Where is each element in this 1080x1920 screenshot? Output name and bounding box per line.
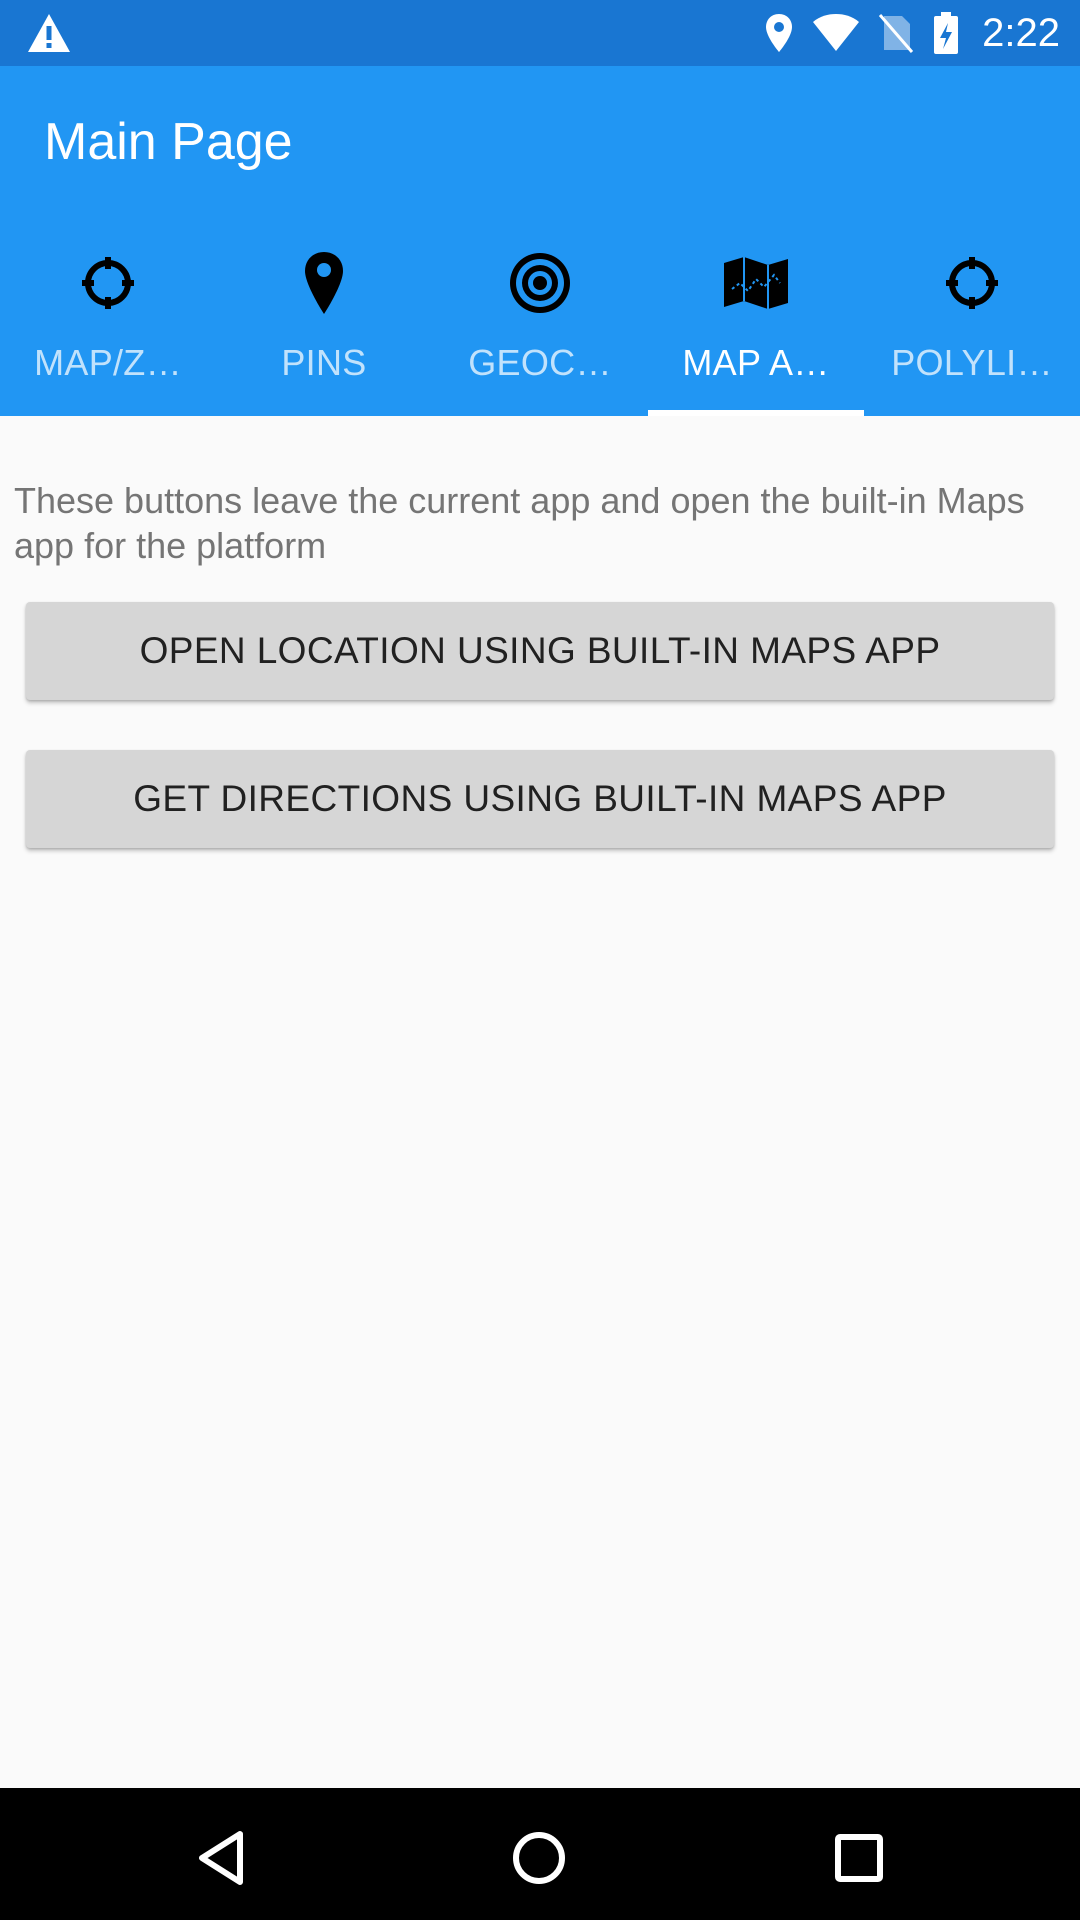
crosshair-icon <box>82 257 134 309</box>
tab-bar: MAP/Z… PINS GEOC… MAP A… POLYLI… <box>0 232 1080 416</box>
no-sim-icon <box>879 14 914 53</box>
tab-label: GEOC… <box>468 342 612 383</box>
warning-icon <box>28 14 70 52</box>
recents-button[interactable] <box>809 1808 909 1908</box>
open-location-button[interactable]: OPEN LOCATION USING BUILT-IN MAPS APP <box>26 602 1054 700</box>
tab-label: MAP/Z… <box>34 342 182 383</box>
get-directions-button[interactable]: GET DIRECTIONS USING BUILT-IN MAPS APP <box>26 750 1054 848</box>
tab-polylines[interactable]: POLYLI… <box>864 232 1080 416</box>
tab-pins[interactable]: PINS <box>216 232 432 416</box>
wifi-icon <box>813 14 860 51</box>
tab-map-zoom[interactable]: MAP/Z… <box>0 232 216 416</box>
tab-map-app[interactable]: MAP A… <box>648 232 864 416</box>
back-icon <box>199 1831 243 1885</box>
recents-icon <box>835 1834 883 1882</box>
active-tab-indicator <box>648 410 864 416</box>
description-text: These buttons leave the current app and … <box>14 480 1025 566</box>
status-bar: 2:22 <box>0 0 1080 66</box>
app-toolbar: Main Page MAP/Z… PINS GEOC… MAP A… POLYL… <box>0 66 1080 416</box>
map-icon <box>724 257 788 309</box>
target-icon <box>510 253 570 313</box>
navigation-bar <box>0 1788 1080 1920</box>
status-time: 2:22 <box>982 10 1060 55</box>
tab-label: MAP A… <box>682 342 830 383</box>
pin-icon <box>305 252 343 314</box>
crosshair-icon <box>946 257 998 309</box>
location-icon <box>766 14 793 52</box>
tab-geocode[interactable]: GEOC… <box>432 232 648 416</box>
page-title: Main Page <box>44 113 293 171</box>
home-button[interactable] <box>489 1808 589 1908</box>
tab-label: PINS <box>281 342 367 383</box>
battery-charging-icon <box>934 12 959 54</box>
home-icon <box>513 1832 565 1884</box>
back-button[interactable] <box>172 1808 272 1908</box>
tab-label: POLYLI… <box>891 342 1053 383</box>
